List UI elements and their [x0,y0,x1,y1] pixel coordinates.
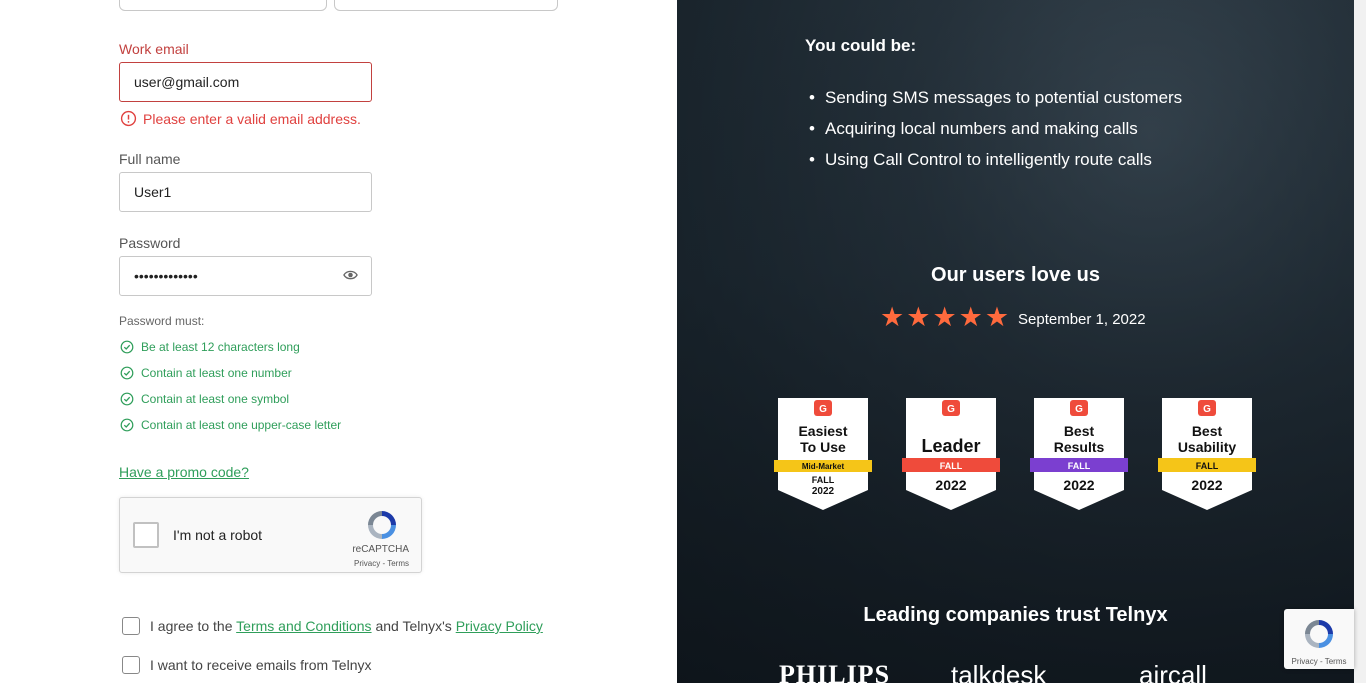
star-icon: ★ [958,302,983,332]
badge-year: 2022 [935,477,966,493]
first-row-input-right[interactable] [334,0,558,11]
eye-icon[interactable] [343,269,358,281]
requirement-item: Contain at least one number [120,366,292,380]
requirement-text: Contain at least one number [141,366,292,380]
logo-aircall: aircall [1139,660,1207,683]
promo-bullets: Sending SMS messages to potential custom… [809,82,1182,175]
email-optin-row: I want to receive emails from Telnyx [122,656,372,674]
terms-prefix: I agree to the [150,618,233,634]
badge-title: Best [1064,423,1095,439]
star-icon: ★ [906,302,931,332]
promo-code-link[interactable]: Have a promo code? [119,464,249,480]
scrollbar[interactable] [1354,0,1366,683]
svg-text:G: G [819,404,827,415]
password-requirements-title: Password must: [119,314,205,328]
alert-circle-icon [120,110,137,127]
trust-title: Leading companies trust Telnyx [863,604,1168,626]
recaptcha-floating-links[interactable]: Privacy - Terms [1284,657,1354,666]
g2-badge-best-usability: G Best Usability FALL 2022 [1158,398,1256,510]
requirement-item: Contain at least one upper-case letter [120,418,341,432]
terms-agreement-row: I agree to the Terms and Conditions and … [122,617,543,635]
full-name-label: Full name [119,151,181,167]
first-row-input-left[interactable] [119,0,327,11]
terms-checkbox[interactable] [122,617,140,635]
rating-date: September 1, 2022 [1018,311,1146,328]
badge-title: Easiest [798,423,847,439]
star-icon: ★ [880,302,905,332]
email-optin-text: I want to receive emails from Telnyx [150,657,372,673]
email-field[interactable] [119,62,372,102]
rating-stars: ★ ★ ★ ★ ★ [880,304,1009,331]
requirement-text: Contain at least one upper-case letter [141,418,342,432]
email-label: Work email [119,41,189,57]
check-circle-icon [120,418,134,432]
signup-form-panel: Work email Please enter a valid email ad… [0,0,677,683]
badge-year: 2022 [1063,477,1094,493]
terms-text: I agree to the Terms and Conditions and … [150,618,543,634]
promo-panel: You could be: Sending SMS messages to po… [677,0,1354,683]
requirement-text: Be at least 12 characters long [141,340,300,354]
full-name-field[interactable] [119,172,372,212]
email-error-text: Please enter a valid email address. [143,110,361,127]
users-love-title: Our users love us [931,264,1100,286]
terms-middle: and Telnyx's [375,618,452,634]
recaptcha-label: I'm not a robot [173,527,263,543]
badge-subtitle: To Use [800,439,846,455]
recaptcha-logo-icon [1305,620,1333,648]
email-optin-checkbox[interactable] [122,656,140,674]
svg-text:G: G [1075,404,1083,415]
recaptcha-floating-badge[interactable]: Privacy - Terms [1284,609,1354,669]
star-icon: ★ [984,302,1010,332]
badge-year: 2022 [812,486,835,497]
promo-heading: You could be: [805,36,917,55]
requirement-text: Contain at least one symbol [141,392,290,406]
badge-year: 2022 [1191,477,1222,493]
g2-badge-leader: G Leader FALL 2022 [902,398,1000,510]
badge-title: Leader [921,436,980,456]
check-circle-icon [120,392,134,406]
requirement-item: Contain at least one symbol [120,392,289,406]
check-circle-icon [120,366,134,380]
g2-badge-easiest-to-use: G Easiest To Use Mid-Market FALL 2022 [774,398,872,510]
logo-philips: PHILIPS [779,660,891,683]
recaptcha-logo-icon [368,511,396,539]
badge-subtitle: Usability [1178,439,1237,455]
recaptcha-links[interactable]: Privacy - Terms [354,559,409,568]
g2-badge-best-results: G Best Results FALL 2022 [1030,398,1128,510]
badge-ribbon: Mid-Market [802,462,845,471]
badge-title: Best [1192,423,1223,439]
badge-ribbon: FALL [1196,461,1219,471]
logo-talkdesk: talkdesk [951,660,1047,683]
recaptcha-brand: reCAPTCHA [352,544,409,555]
promo-bullet: Sending SMS messages to potential custom… [809,82,1182,113]
recaptcha-checkbox[interactable] [133,522,159,548]
badge-ribbon: FALL [1068,461,1091,471]
privacy-link[interactable]: Privacy Policy [456,618,543,634]
star-icon: ★ [932,302,957,332]
email-error: Please enter a valid email address. [120,110,361,127]
terms-link[interactable]: Terms and Conditions [236,618,371,634]
password-label: Password [119,235,181,251]
password-field[interactable] [119,256,372,296]
requirement-item: Be at least 12 characters long [120,340,300,354]
badge-subtitle: Results [1054,439,1105,455]
badge-ribbon: FALL [940,461,963,471]
promo-bullet: Acquiring local numbers and making calls [809,113,1182,144]
svg-text:G: G [1203,404,1211,415]
badge-season: FALL [812,475,835,485]
recaptcha-widget: I'm not a robot reCAPTCHA Privacy - Term… [119,497,422,573]
promo-bullet: Using Call Control to intelligently rout… [809,144,1182,175]
svg-text:G: G [947,404,955,415]
check-circle-icon [120,340,134,354]
